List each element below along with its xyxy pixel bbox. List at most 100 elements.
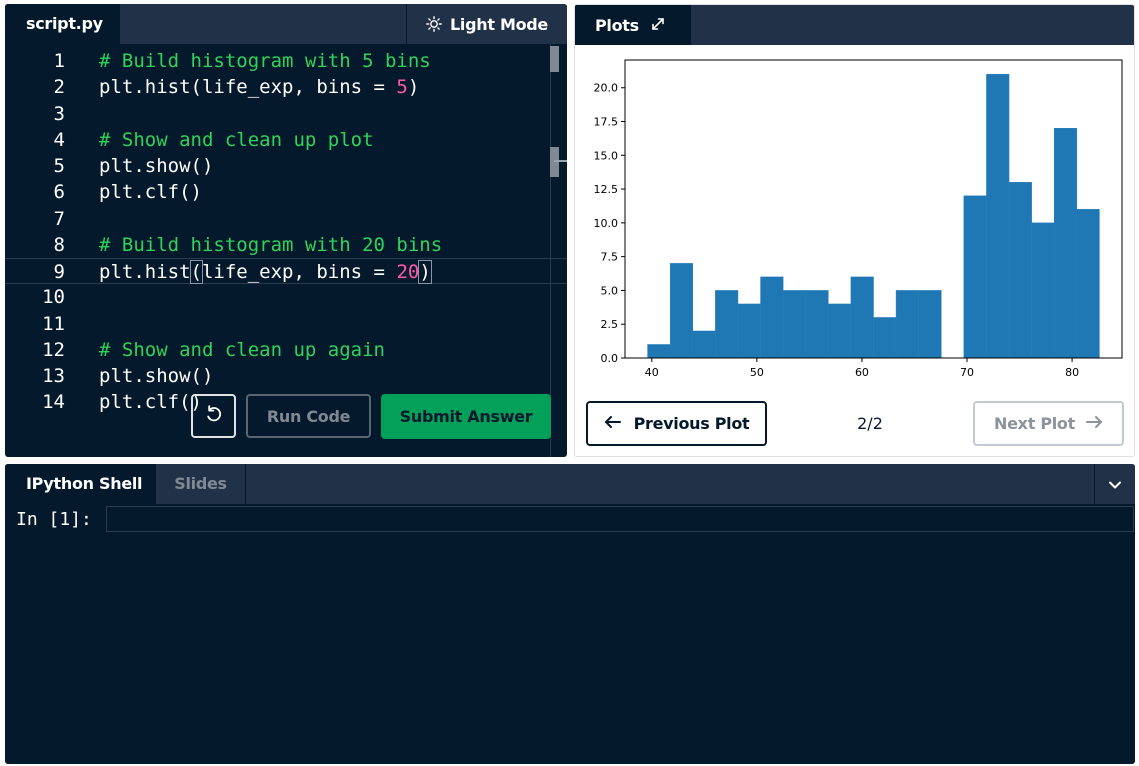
line-source: plt.clf() bbox=[99, 179, 202, 205]
code-line[interactable]: 3 bbox=[5, 101, 567, 127]
line-number: 14 bbox=[42, 391, 65, 413]
code-token: ) bbox=[418, 260, 432, 284]
reset-icon bbox=[204, 404, 224, 428]
line-number: 13 bbox=[42, 365, 65, 387]
y-tick-label: 17.5 bbox=[594, 115, 619, 128]
x-tick-label: 80 bbox=[1065, 366, 1079, 379]
histogram-bar bbox=[850, 276, 874, 359]
y-tick-label: 2.5 bbox=[601, 318, 619, 331]
histogram-bar bbox=[918, 290, 942, 359]
histogram-bar bbox=[986, 73, 1010, 359]
code-line[interactable]: 6 plt.clf() bbox=[5, 179, 567, 205]
code-comment: # Show and clean up plot bbox=[99, 129, 374, 151]
arrow-right-icon bbox=[1085, 414, 1103, 433]
line-number: 12 bbox=[42, 339, 65, 361]
code-line[interactable]: 12 # Show and clean up again bbox=[5, 337, 567, 363]
run-code-button[interactable]: Run Code bbox=[246, 394, 371, 438]
code-line[interactable]: 1 # Build histogram with 5 bins bbox=[5, 48, 567, 74]
histogram-bar bbox=[647, 344, 671, 359]
code-comment: # Build histogram with 5 bins bbox=[99, 50, 431, 72]
reset-code-button[interactable] bbox=[191, 394, 236, 438]
histogram-bar bbox=[669, 263, 694, 359]
code-token: plt.hist bbox=[99, 261, 191, 283]
histogram-bar bbox=[760, 276, 784, 359]
plots-tab-bar: Plots bbox=[575, 5, 1134, 45]
code-token: life_exp, bins = bbox=[201, 261, 397, 283]
line-number: 4 bbox=[53, 129, 65, 151]
line-number: 8 bbox=[53, 234, 65, 256]
expand-icon[interactable] bbox=[651, 16, 665, 35]
code-number: 5 bbox=[396, 76, 408, 98]
line-number: 3 bbox=[53, 103, 65, 125]
histogram-bar bbox=[737, 303, 761, 359]
plot-page-indicator: 2/2 bbox=[857, 414, 883, 433]
line-number: 2 bbox=[53, 76, 65, 98]
histogram-bar bbox=[1008, 182, 1032, 359]
code-line[interactable]: 11 bbox=[5, 311, 567, 337]
histogram-bar bbox=[1053, 127, 1078, 359]
previous-plot-button[interactable]: Previous Plot bbox=[586, 401, 767, 446]
line-number: 1 bbox=[53, 50, 65, 72]
tab-ipython-shell[interactable]: IPython Shell bbox=[5, 464, 156, 504]
line-source: plt.show() bbox=[99, 153, 213, 179]
tab-plots[interactable]: Plots bbox=[575, 5, 691, 45]
y-tick-label: 0.0 bbox=[601, 352, 619, 365]
line-number: 6 bbox=[53, 181, 65, 203]
code-comment: # Show and clean up again bbox=[99, 339, 385, 361]
next-plot-label: Next Plot bbox=[994, 414, 1075, 433]
next-plot-button[interactable]: Next Plot bbox=[973, 401, 1124, 446]
scrollbar-marker bbox=[550, 147, 559, 177]
code-token: plt.clf() bbox=[99, 391, 202, 413]
y-tick-label: 7.5 bbox=[601, 251, 619, 264]
code-line[interactable]: 4 # Show and clean up plot bbox=[5, 127, 567, 153]
code-comment: # Build histogram with 20 bins bbox=[99, 234, 443, 256]
histogram-bar bbox=[1076, 209, 1100, 359]
light-mode-button[interactable]: Light Mode bbox=[406, 4, 567, 44]
scrollbar-thumb[interactable] bbox=[550, 46, 559, 72]
y-tick-label: 15.0 bbox=[594, 149, 619, 162]
x-tick-label: 40 bbox=[645, 366, 659, 379]
histogram-bar bbox=[895, 290, 919, 359]
y-tick-label: 10.0 bbox=[594, 217, 619, 230]
code-token: plt.hist(life_exp, bins = bbox=[99, 76, 397, 98]
line-number: 10 bbox=[42, 286, 65, 308]
editor-scrollbar[interactable] bbox=[550, 44, 560, 457]
histogram-bar bbox=[782, 290, 806, 359]
code-line[interactable]: 8 # Build histogram with 20 bins bbox=[5, 232, 567, 258]
code-line[interactable]: 10 bbox=[5, 284, 567, 310]
collapse-panel-button[interactable] bbox=[1094, 464, 1135, 504]
line-source: # Build histogram with 5 bins bbox=[99, 48, 431, 74]
line-source: # Build histogram with 20 bins bbox=[99, 232, 442, 258]
line-source: plt.clf() bbox=[99, 389, 202, 415]
line-number: 7 bbox=[53, 208, 65, 230]
line-source: # Show and clean up again bbox=[99, 337, 385, 363]
tab-plots-label: Plots bbox=[595, 15, 639, 35]
chevron-down-icon bbox=[1108, 475, 1122, 494]
code-token: ) bbox=[407, 76, 420, 98]
arrow-left-icon bbox=[604, 414, 622, 433]
code-line[interactable]: 9 plt.hist(life_exp, bins = 20) bbox=[5, 258, 567, 284]
editor-tab-bar: script.py Light Mode bbox=[5, 4, 567, 44]
code-number: 20 bbox=[396, 261, 420, 283]
tab-script-py[interactable]: script.py bbox=[5, 4, 120, 44]
x-tick-label: 50 bbox=[750, 366, 764, 379]
shell-input[interactable] bbox=[106, 506, 1134, 532]
code-line[interactable]: 5 plt.show() bbox=[5, 153, 567, 179]
line-source: plt.hist(life_exp, bins = 20) bbox=[99, 259, 432, 285]
histogram-bar bbox=[828, 303, 852, 359]
submit-answer-button[interactable]: Submit Answer bbox=[381, 394, 551, 439]
code-line[interactable]: 2 plt.hist(life_exp, bins = 5) bbox=[5, 74, 567, 100]
code-line[interactable]: 13 plt.show() bbox=[5, 363, 567, 389]
light-mode-label: Light Mode bbox=[450, 14, 548, 34]
line-number: 11 bbox=[42, 313, 65, 335]
shell-tab-bar: IPython Shell Slides bbox=[5, 464, 1135, 504]
code-token: plt.show() bbox=[99, 365, 214, 387]
tab-slides[interactable]: Slides bbox=[156, 464, 246, 504]
y-tick-label: 20.0 bbox=[594, 82, 619, 95]
line-source: # Show and clean up plot bbox=[99, 127, 374, 153]
previous-plot-label: Previous Plot bbox=[633, 414, 750, 433]
code-line[interactable]: 7 bbox=[5, 206, 567, 232]
ipython-shell-panel: IPython Shell Slides In [1]: bbox=[5, 464, 1135, 764]
x-tick-label: 60 bbox=[855, 366, 869, 379]
line-source: plt.show() bbox=[99, 363, 213, 389]
